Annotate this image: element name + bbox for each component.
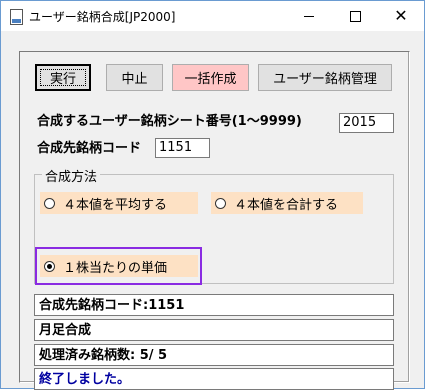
radio-sum-label: ４本値を合計する	[234, 197, 339, 213]
status-progress: 処理済み銘柄数: 5/ 5	[34, 344, 394, 366]
radio-average-label: ４本値を平均する	[63, 197, 168, 213]
radio-unit-price-label: １株当たりの単価	[63, 260, 168, 276]
close-button[interactable]: ✕	[378, 1, 424, 31]
user-stock-manage-button[interactable]: ユーザー銘柄管理	[258, 64, 392, 91]
app-icon	[10, 9, 23, 25]
radio-unit-price[interactable]: １株当たりの単価	[40, 255, 198, 277]
minimize-button[interactable]	[286, 1, 332, 31]
stop-button-label: 中止	[121, 72, 148, 87]
focus-rect	[40, 69, 86, 86]
status-target-code: 合成先銘柄コード:1151	[34, 294, 394, 316]
maximize-icon	[349, 10, 361, 22]
bulk-create-button-label: 一括作成	[184, 72, 237, 87]
radio-sum[interactable]: ４本値を合計する	[211, 192, 363, 214]
stop-button[interactable]: 中止	[106, 64, 163, 91]
execute-button[interactable]: 実行	[35, 64, 91, 91]
radio-checked-icon	[44, 260, 55, 272]
close-icon: ✕	[394, 6, 408, 25]
sheet-number-label: 合成するユーザー銘柄シート番号(1～9999)	[37, 114, 302, 129]
app-window: ユーザー銘柄合成[JP2000] ✕ 実行 中止 一括作成 ユーザー銘柄管理 合…	[0, 0, 425, 390]
target-code-label: 合成先銘柄コード	[37, 141, 142, 156]
radio-average[interactable]: ４本値を平均する	[40, 192, 198, 214]
status-done-message: 終了しました。	[34, 368, 394, 390]
status-period: 月足合成	[34, 319, 394, 341]
minimize-icon	[304, 15, 314, 17]
target-code-input[interactable]: 1151	[155, 138, 210, 158]
radio-unchecked-icon	[215, 197, 226, 209]
window-title: ユーザー銘柄合成[JP2000]	[29, 10, 176, 24]
method-group-title: 合成方法	[42, 166, 101, 185]
title-bar: ユーザー銘柄合成[JP2000] ✕	[1, 1, 424, 31]
dialog-content: 実行 中止 一括作成 ユーザー銘柄管理 合成するユーザー銘柄シート番号(1～99…	[2, 31, 423, 390]
maximize-button[interactable]	[332, 1, 378, 31]
radio-unchecked-icon	[44, 197, 55, 209]
user-stock-manage-button-label: ユーザー銘柄管理	[273, 72, 377, 87]
bulk-create-button[interactable]: 一括作成	[172, 64, 249, 91]
sheet-number-input[interactable]: 2015	[339, 113, 394, 133]
